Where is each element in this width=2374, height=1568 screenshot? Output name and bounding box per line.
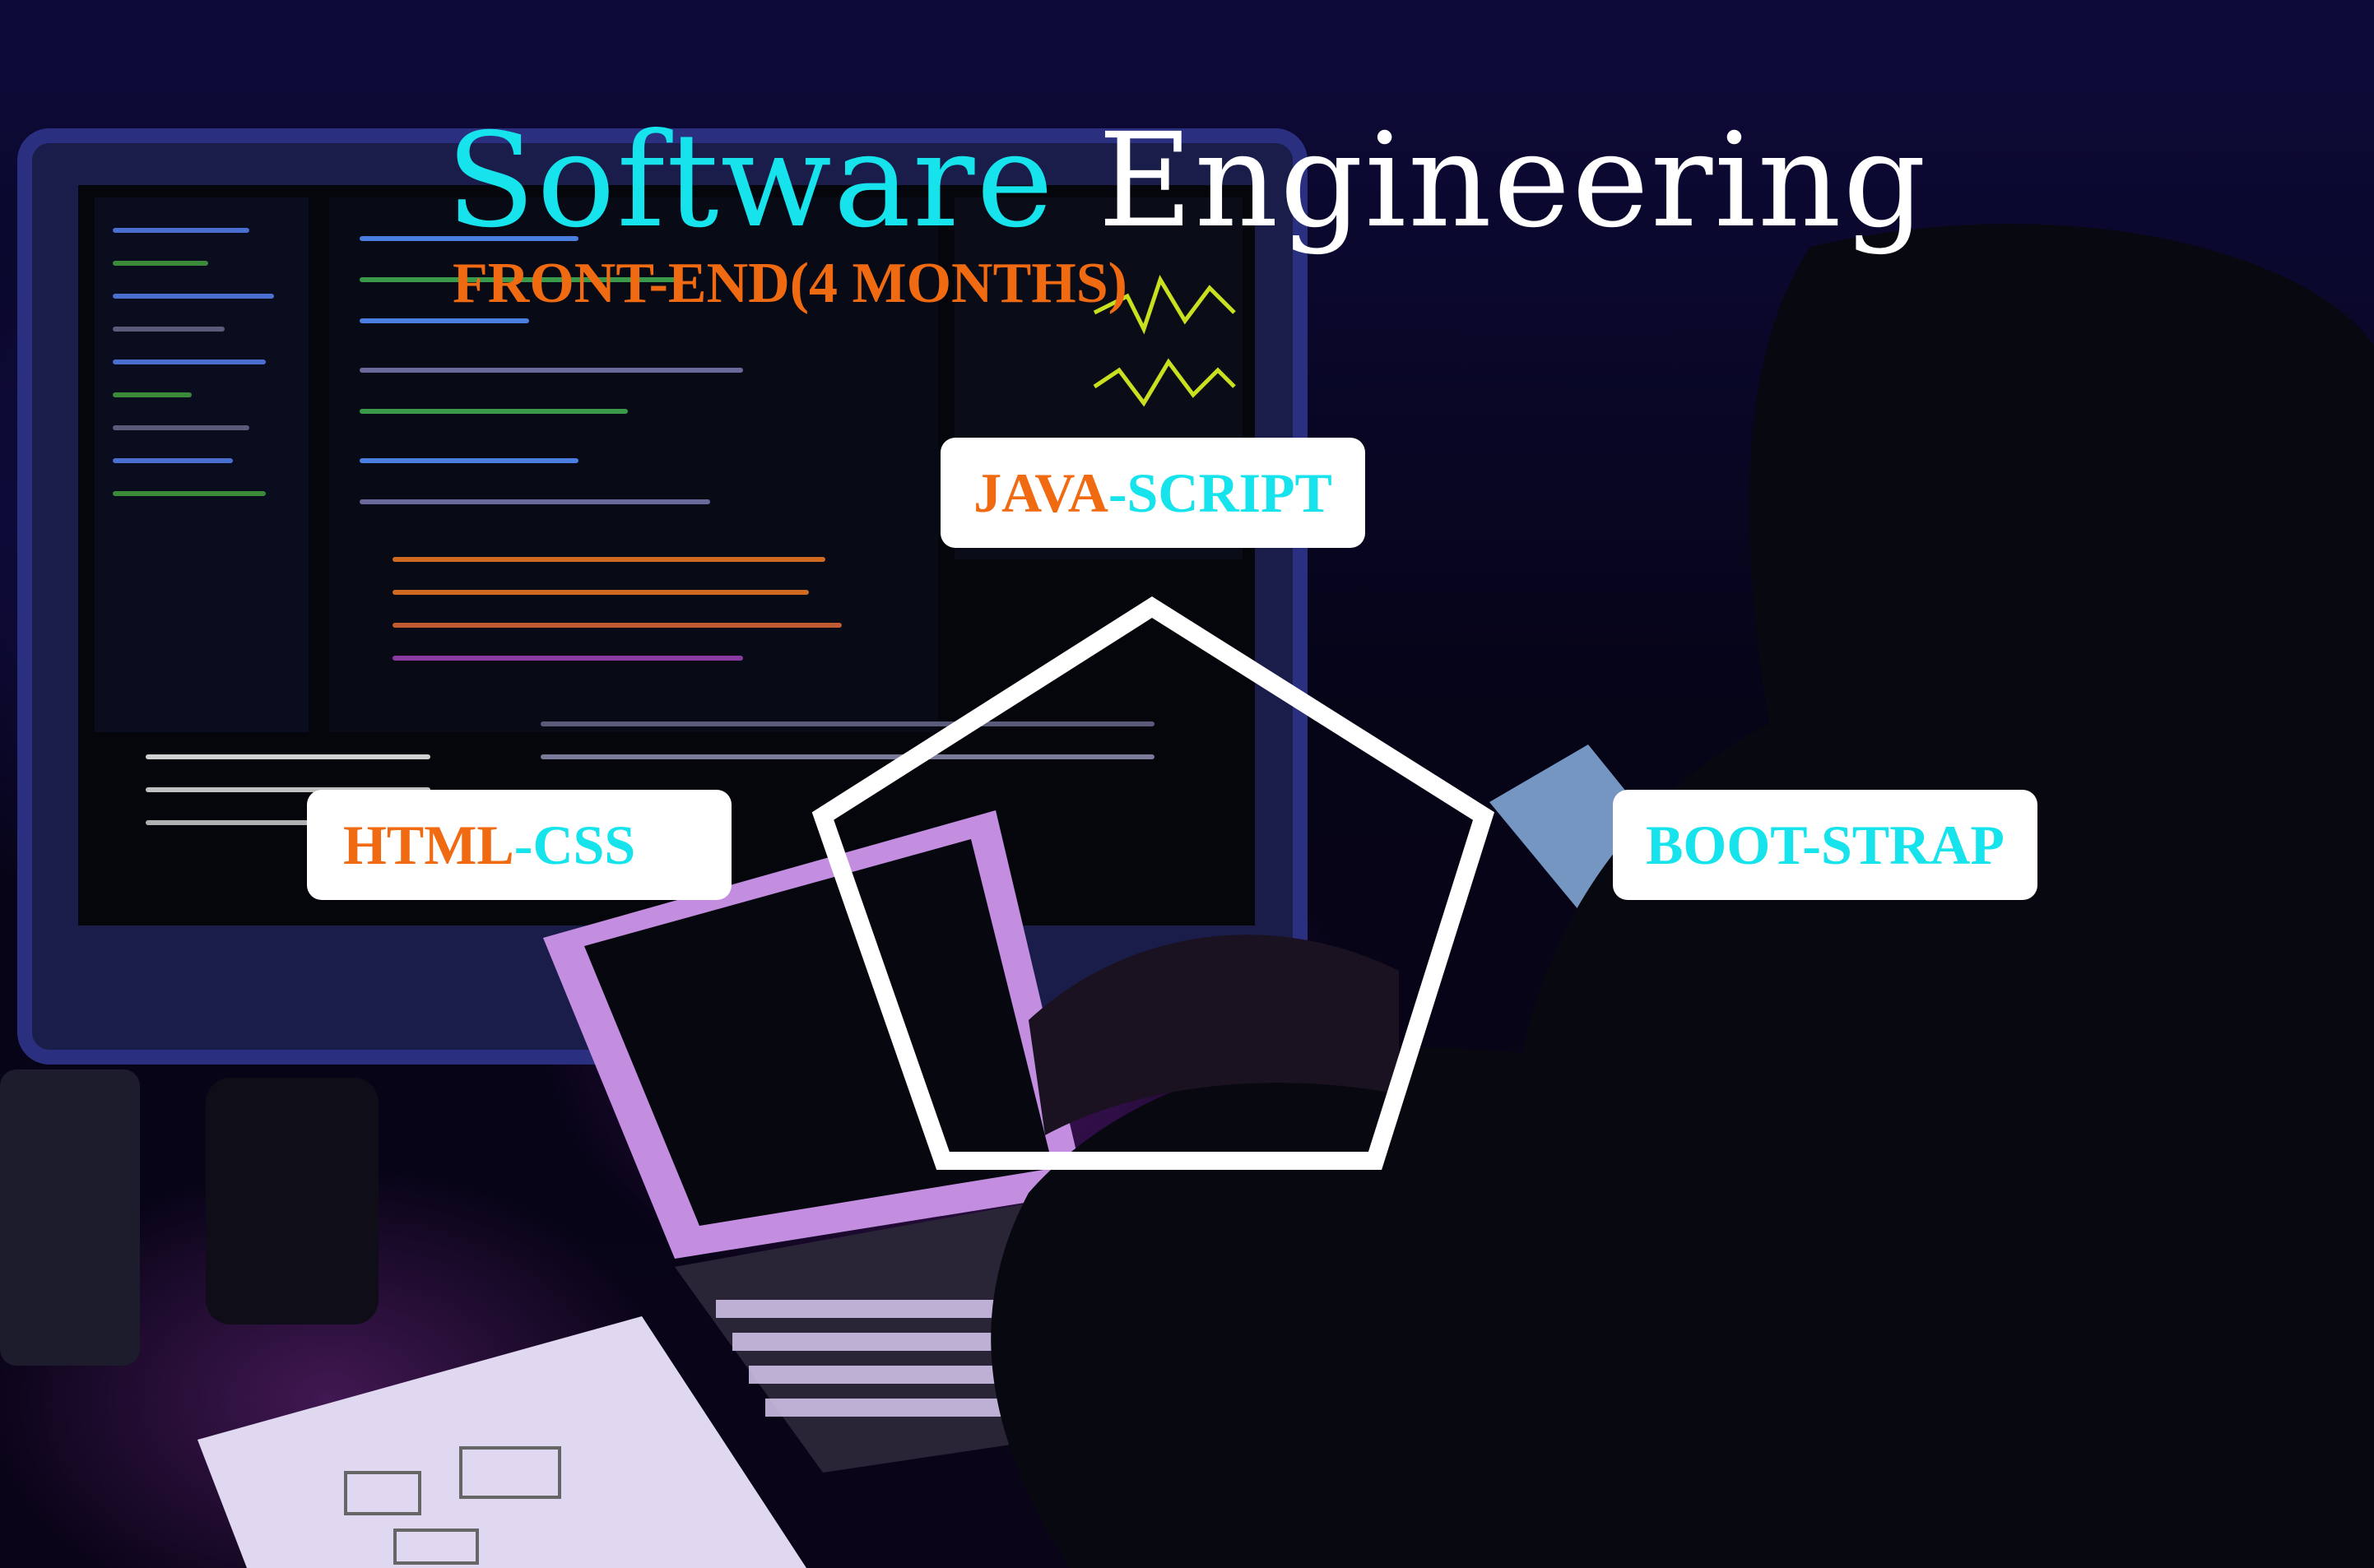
topic-bootstrap-label: BOOT-STRAP: [1646, 813, 2005, 876]
title-word-software: Software: [446, 105, 1056, 257]
topic-javascript: JAVA -SCRIPT: [941, 438, 1365, 548]
topic-html-css-part1: HTML: [343, 813, 514, 876]
page-title: Software Engineering: [0, 107, 2374, 255]
topic-javascript-part1: JAVA: [973, 461, 1108, 524]
subtitle: FRONT-END(4 MONTHS): [453, 252, 1127, 315]
topic-bootstrap: BOOT-STRAP: [1613, 790, 2037, 900]
poster: Software Engineering FRONT-END(4 MONTHS)…: [0, 0, 2374, 1568]
mug-right: [206, 1078, 379, 1324]
topic-html-css: HTML -CSS: [307, 790, 732, 900]
paper: [197, 1316, 806, 1568]
title-word-engineering: Engineering: [1098, 105, 1928, 257]
mug-left: [0, 1069, 140, 1366]
topic-html-css-part2: -CSS: [513, 813, 636, 876]
topic-javascript-part2: -SCRIPT: [1108, 461, 1332, 524]
